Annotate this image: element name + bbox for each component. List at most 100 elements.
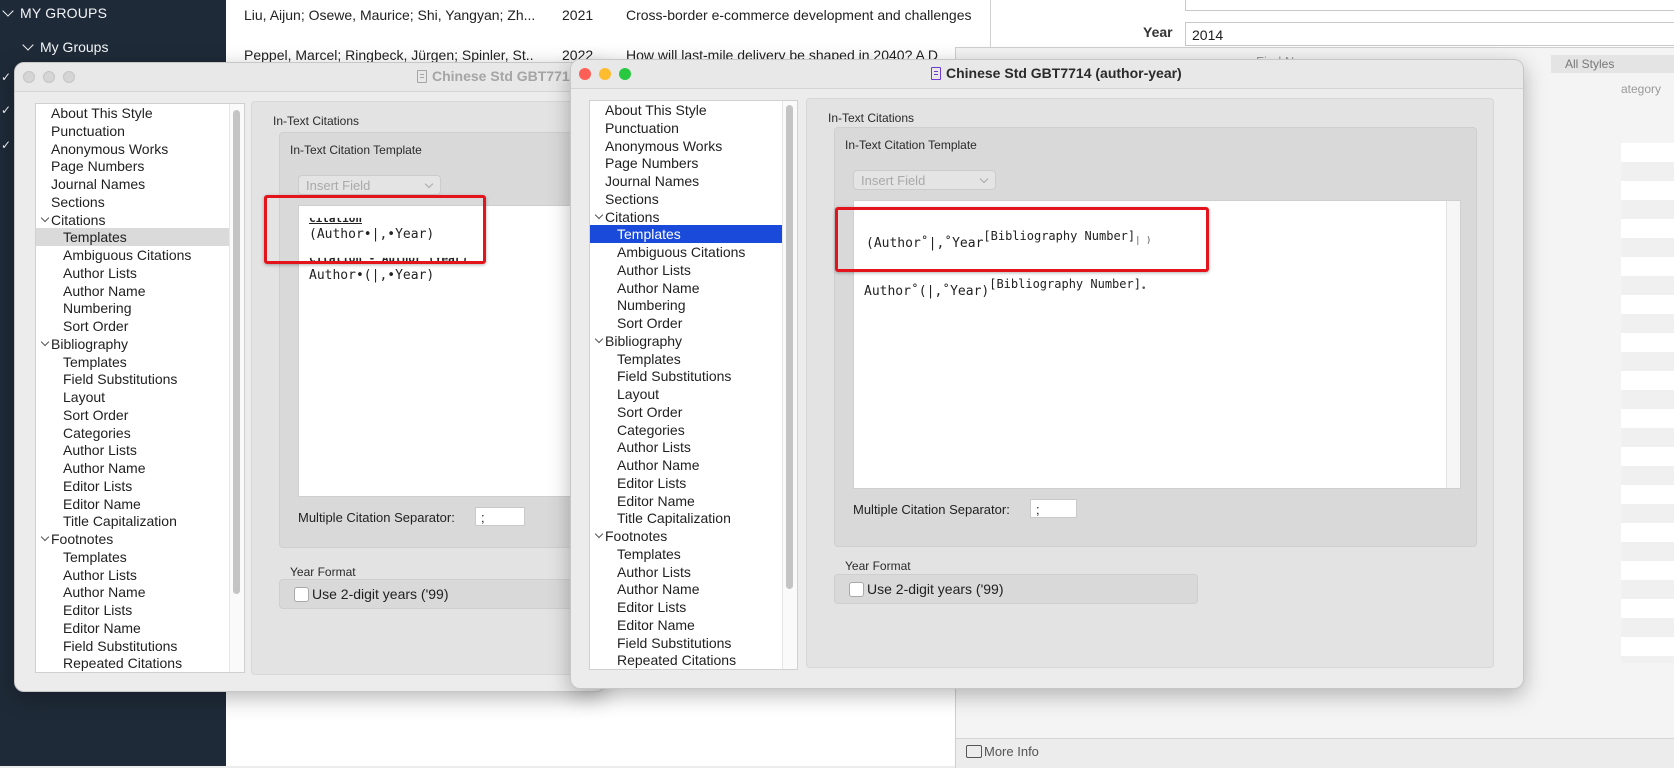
nav-item-numbering[interactable]: Numbering: [36, 299, 229, 317]
nav-item-templates[interactable]: Templates: [590, 350, 782, 368]
nav-item-punctuation[interactable]: Punctuation: [36, 122, 229, 140]
nav-item-sort-order[interactable]: Sort Order: [590, 403, 782, 421]
minimize-button[interactable]: [43, 71, 55, 83]
nav-item-sort-order[interactable]: Sort Order: [590, 314, 782, 332]
disclosure-triangle-icon[interactable]: [40, 532, 50, 542]
nav-item-author-lists[interactable]: Author Lists: [590, 563, 782, 581]
nav-item-sections[interactable]: Sections: [36, 193, 229, 211]
nav-item-footnotes[interactable]: Footnotes: [590, 527, 782, 545]
nav-item-page-numbers[interactable]: Page Numbers: [590, 154, 782, 172]
close-button[interactable]: [23, 71, 35, 83]
close-button[interactable]: [579, 68, 591, 80]
nav-item-bibliography[interactable]: Bibliography: [36, 335, 229, 353]
nav-item-repeated-citations[interactable]: Repeated Citations: [36, 654, 229, 672]
insert-field-dropdown[interactable]: Insert Field: [853, 170, 996, 190]
nav-item-label: Ambiguous Citations: [63, 247, 192, 263]
scrollbar-thumb[interactable]: [786, 105, 793, 589]
disclosure-triangle-icon[interactable]: [40, 337, 50, 346]
disclosure-triangle-icon[interactable]: [594, 210, 604, 219]
nav-item-templates[interactable]: Templates: [36, 353, 229, 371]
nav-item-field-substitutions[interactable]: Field Substitutions: [590, 367, 782, 385]
nav-item-templates[interactable]: Templates: [36, 548, 229, 566]
scrollbar-thumb[interactable]: [233, 110, 240, 594]
nav-item-citations[interactable]: Citations: [36, 211, 229, 229]
nav-item-sections[interactable]: Sections: [590, 190, 782, 208]
year-field[interactable]: 2014: [1185, 22, 1674, 46]
nav-item-author-name[interactable]: Author Name: [590, 456, 782, 474]
nav-item-editor-name[interactable]: Editor Name: [36, 619, 229, 637]
nav-item-templates[interactable]: Templates: [590, 545, 782, 563]
nav-item-ambiguous-citations[interactable]: Ambiguous Citations: [590, 243, 782, 261]
zoom-button[interactable]: [63, 71, 75, 83]
nav-scrollbar[interactable]: [229, 104, 244, 672]
style-filter-select[interactable]: All Styles: [1551, 55, 1674, 73]
separator-input[interactable]: ;: [475, 507, 525, 526]
nav-item-anonymous-works[interactable]: Anonymous Works: [590, 137, 782, 155]
title-bar[interactable]: Chinese Std GBT7714: [15, 63, 605, 92]
nav-item-field-substitutions[interactable]: Field Substitutions: [36, 370, 229, 388]
nav-item-footnotes[interactable]: Footnotes: [36, 530, 229, 548]
nav-item-author-lists[interactable]: Author Lists: [36, 566, 229, 584]
nav-item-field-substitutions[interactable]: Field Substitutions: [590, 634, 782, 652]
my-groups-item[interactable]: My Groups: [20, 39, 108, 55]
nav-item-repeated-citations[interactable]: Repeated Citations: [590, 651, 782, 669]
nav-item-journal-names[interactable]: Journal Names: [36, 175, 229, 193]
nav-item-author-lists[interactable]: Author Lists: [36, 264, 229, 282]
minimize-button[interactable]: [599, 68, 611, 80]
nav-item-author-name[interactable]: Author Name: [36, 282, 229, 300]
style-editor-window-front: Chinese Std GBT7714 (author-year) About …: [570, 59, 1524, 689]
nav-item-editor-lists[interactable]: Editor Lists: [36, 477, 229, 495]
nav-item-ambiguous-citations[interactable]: Ambiguous Citations: [36, 246, 229, 264]
nav-scrollbar[interactable]: [782, 101, 797, 669]
nav-item-categories[interactable]: Categories: [590, 421, 782, 439]
disclosure-triangle-icon[interactable]: [594, 334, 604, 343]
nav-item-editor-name[interactable]: Editor Name: [590, 616, 782, 634]
title-bar[interactable]: Chinese Std GBT7714 (author-year): [571, 60, 1523, 89]
more-info-button[interactable]: More Info: [966, 744, 1039, 759]
nav-item-author-name[interactable]: Author Name: [590, 279, 782, 297]
nav-item-title-capitalization[interactable]: Title Capitalization: [590, 509, 782, 527]
previous-field[interactable]: [1185, 0, 1674, 11]
my-groups-header[interactable]: MY GROUPS: [0, 5, 107, 21]
nav-item-punctuation[interactable]: Punctuation: [590, 119, 782, 137]
nav-item-page-numbers[interactable]: Page Numbers: [36, 157, 229, 175]
disclosure-triangle-icon[interactable]: [40, 213, 50, 222]
nav-item-editor-lists[interactable]: Editor Lists: [590, 598, 782, 616]
nav-item-numbering[interactable]: Numbering: [590, 296, 782, 314]
table-row[interactable]: Liu, Aijun; Osewe, Maurice; Shi, Yangyan…: [226, 0, 990, 40]
nav-item-label: Author Name: [63, 460, 146, 476]
zoom-button[interactable]: [619, 68, 631, 80]
nav-item-bibliography[interactable]: Bibliography: [590, 332, 782, 350]
nav-item-editor-lists[interactable]: Editor Lists: [36, 601, 229, 619]
nav-item-author-name[interactable]: Author Name: [36, 583, 229, 601]
nav-item-about-this-style[interactable]: About This Style: [590, 101, 782, 119]
two-digit-years-checkbox[interactable]: [849, 582, 864, 597]
nav-item-anonymous-works[interactable]: Anonymous Works: [36, 140, 229, 158]
nav-item-categories[interactable]: Categories: [36, 424, 229, 442]
nav-item-layout[interactable]: Layout: [590, 385, 782, 403]
nav-item-author-lists[interactable]: Author Lists: [590, 261, 782, 279]
nav-item-editor-lists[interactable]: Editor Lists: [590, 474, 782, 492]
disclosure-triangle-icon[interactable]: [594, 529, 604, 539]
nav-item-citations[interactable]: Citations: [590, 208, 782, 226]
separator-input[interactable]: ;: [1030, 499, 1077, 518]
editor-scrollbar[interactable]: [1446, 201, 1460, 488]
nav-item-layout[interactable]: Layout: [36, 388, 229, 406]
nav-item-editor-name[interactable]: Editor Name: [590, 492, 782, 510]
insert-field-dropdown[interactable]: Insert Field: [298, 175, 441, 195]
nav-item-author-name[interactable]: Author Name: [36, 459, 229, 477]
nav-item-templates[interactable]: Templates: [590, 225, 782, 244]
nav-item-templates[interactable]: Templates: [36, 228, 229, 247]
nav-item-sort-order[interactable]: Sort Order: [36, 406, 229, 424]
two-digit-years-checkbox[interactable]: [294, 587, 309, 602]
nav-item-editor-name[interactable]: Editor Name: [36, 495, 229, 513]
nav-item-journal-names[interactable]: Journal Names: [590, 172, 782, 190]
nav-item-author-lists[interactable]: Author Lists: [590, 438, 782, 456]
nav-item-sort-order[interactable]: Sort Order: [36, 317, 229, 335]
nav-item-author-name[interactable]: Author Name: [590, 580, 782, 598]
nav-item-field-substitutions[interactable]: Field Substitutions: [36, 637, 229, 655]
category-column-header[interactable]: ategory: [1621, 82, 1661, 96]
nav-item-title-capitalization[interactable]: Title Capitalization: [36, 512, 229, 530]
nav-item-about-this-style[interactable]: About This Style: [36, 104, 229, 122]
nav-item-author-lists[interactable]: Author Lists: [36, 441, 229, 459]
